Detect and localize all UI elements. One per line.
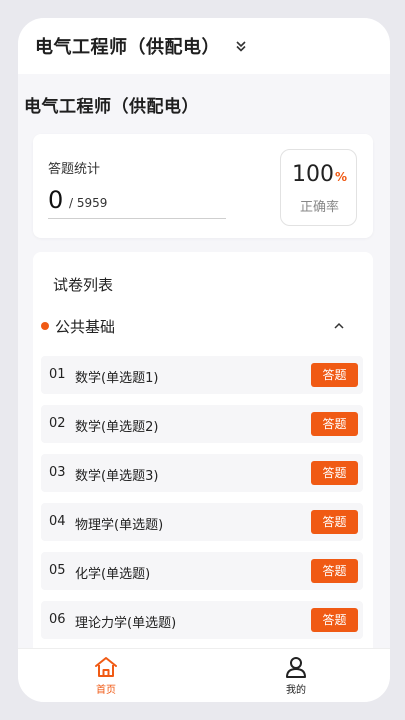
tab-home[interactable]: 首页: [66, 655, 146, 696]
exam-selector-title[interactable]: 电气工程师（供配电）: [35, 33, 220, 59]
paper-row[interactable]: 06 理论力学(单选题) 答题: [41, 601, 363, 639]
accuracy-label: 正确率: [299, 200, 339, 215]
app-screen: 电气工程师（供配电） 电气工程师（供配电） 答题统计 0 / 5959 100%…: [18, 18, 390, 702]
tab-mine[interactable]: 我的: [256, 655, 336, 696]
paper-list: 01 数学(单选题1) 答题 02 数学(单选题2) 答题 03 数学(单选题3…: [41, 356, 363, 650]
accuracy-unit: %: [334, 170, 348, 184]
section-dot-icon: [41, 322, 49, 330]
paper-row[interactable]: 02 数学(单选题2) 答题: [41, 405, 363, 443]
double-chevron-down-icon[interactable]: [234, 39, 248, 53]
answer-button[interactable]: 答题: [311, 510, 358, 534]
paper-row[interactable]: 03 数学(单选题3) 答题: [41, 454, 363, 492]
answer-button[interactable]: 答题: [311, 412, 358, 436]
home-icon: [95, 657, 117, 677]
paper-name: 理论力学(单选题): [75, 616, 177, 631]
stats-label: 答题统计: [48, 162, 101, 177]
accuracy-value: 100%: [291, 162, 348, 187]
stats-card: 答题统计 0 / 5959 100% 正确率: [33, 134, 373, 238]
answer-button[interactable]: 答题: [311, 363, 358, 387]
paper-number: 03: [49, 465, 66, 480]
section-header-public-basics[interactable]: 公共基础: [41, 314, 361, 338]
answer-button[interactable]: 答题: [311, 608, 358, 632]
paper-row[interactable]: 05 化学(单选题) 答题: [41, 552, 363, 590]
answered-count: 0: [48, 186, 64, 214]
paper-name: 数学(单选题1): [75, 371, 159, 386]
paper-number: 02: [49, 416, 66, 431]
paper-list-card: 试卷列表 公共基础 01 数学(单选题1) 答题 02 数学(单选题2) 答题 …: [33, 252, 373, 672]
total-count: / 5959: [69, 196, 108, 210]
paper-name: 化学(单选题): [75, 567, 151, 582]
top-bar: 电气工程师（供配电）: [18, 18, 390, 74]
paper-name: 物理学(单选题): [75, 518, 164, 533]
bottom-tab-bar: 首页 我的: [18, 648, 390, 702]
paper-row[interactable]: 01 数学(单选题1) 答题: [41, 356, 363, 394]
paper-number: 01: [49, 367, 66, 382]
paper-number: 04: [49, 514, 66, 529]
user-icon: [286, 657, 306, 678]
answer-button[interactable]: 答题: [311, 461, 358, 485]
paper-list-title: 试卷列表: [53, 276, 114, 294]
divider: [48, 218, 226, 219]
chevron-up-icon[interactable]: [331, 318, 347, 334]
tab-home-label: 首页: [96, 685, 116, 696]
tab-mine-label: 我的: [286, 685, 306, 696]
paper-number: 06: [49, 612, 66, 627]
answer-button[interactable]: 答题: [311, 559, 358, 583]
page-title: 电气工程师（供配电）: [24, 97, 199, 117]
paper-name: 数学(单选题3): [75, 469, 159, 484]
paper-name: 数学(单选题2): [75, 420, 159, 435]
paper-row[interactable]: 04 物理学(单选题) 答题: [41, 503, 363, 541]
section-name: 公共基础: [55, 318, 116, 336]
paper-number: 05: [49, 563, 66, 578]
accuracy-box: 100% 正确率: [280, 149, 357, 226]
